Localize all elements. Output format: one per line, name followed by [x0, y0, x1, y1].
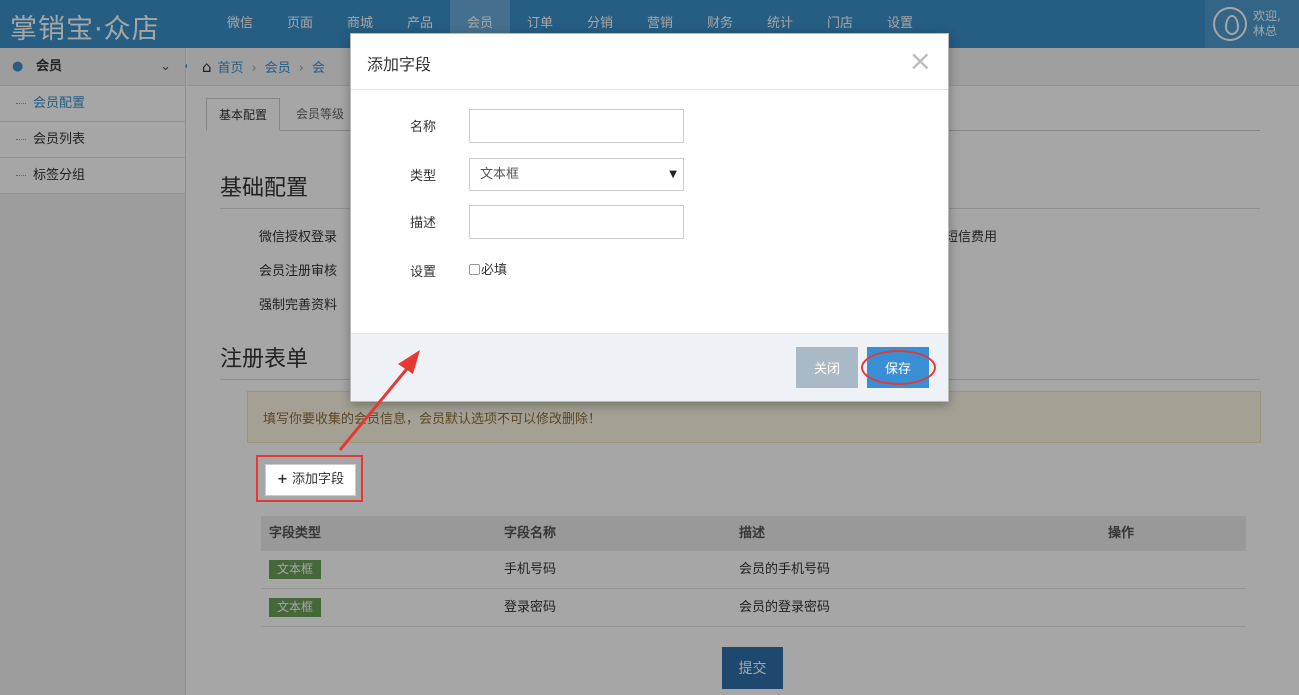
dropdown-caret-icon: ▼ — [669, 169, 677, 180]
required-checkbox[interactable]: 必填 — [469, 259, 507, 278]
annotation-highlight-box — [256, 455, 363, 502]
annotation-save-circle — [861, 350, 936, 385]
modal-title: 添加字段 — [367, 55, 432, 74]
type-label: 类型 — [410, 169, 437, 184]
close-button[interactable]: 关闭 — [796, 347, 858, 388]
description-input[interactable] — [469, 205, 684, 239]
modal-footer: 关闭 保存 — [351, 333, 948, 401]
setting-label: 设置 — [410, 265, 437, 280]
add-field-modal: 添加字段 × 名称 类型 文本框 ▼ 描述 设置 必填 关闭 保存 — [350, 33, 949, 402]
name-label: 名称 — [410, 120, 437, 135]
required-label: 必填 — [481, 263, 508, 278]
close-icon[interactable]: × — [909, 47, 932, 75]
description-label: 描述 — [410, 216, 437, 231]
type-select-value: 文本框 — [480, 167, 520, 182]
modal-header: 添加字段 × — [351, 34, 948, 90]
type-select[interactable]: 文本框 ▼ — [469, 158, 684, 191]
name-input[interactable] — [469, 109, 684, 143]
checkbox-icon[interactable] — [469, 264, 480, 275]
